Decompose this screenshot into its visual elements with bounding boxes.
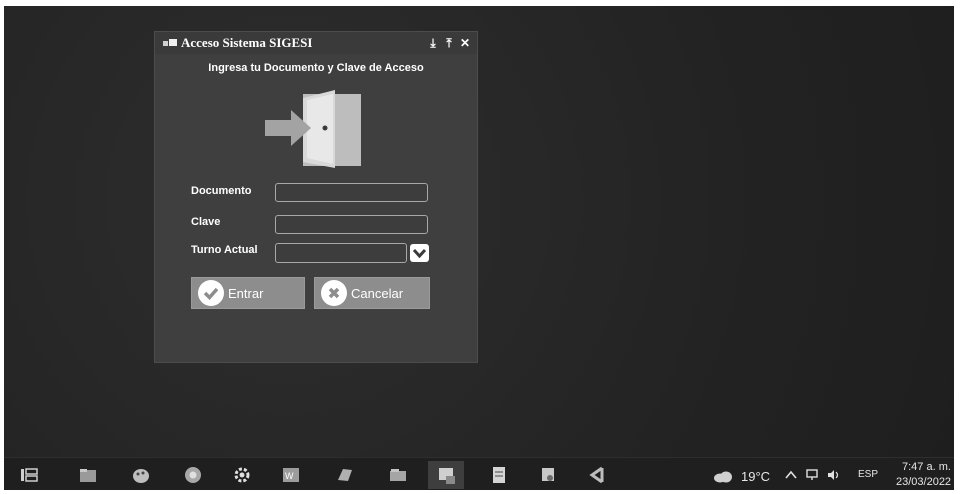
chrome-icon[interactable] — [182, 464, 204, 486]
app-window-icon — [163, 39, 177, 47]
cancelar-button[interactable]: Cancelar — [314, 277, 430, 309]
clave-field[interactable] — [275, 215, 428, 234]
login-window: Acceso Sistema SIGESI ⤓ ⤒ ✕ Ingresa tu D… — [154, 31, 478, 363]
file-explorer-icon[interactable] — [77, 464, 99, 486]
svg-text:W: W — [285, 471, 294, 481]
language-indicator[interactable]: ESP — [858, 469, 878, 480]
chevron-up-icon[interactable] — [785, 470, 797, 480]
entrar-label: Entrar — [228, 285, 264, 301]
folder-icon[interactable] — [387, 464, 409, 486]
clock-date[interactable]: 23/03/2022 — [896, 476, 951, 488]
entrar-button[interactable]: Entrar — [191, 277, 305, 309]
pin-button[interactable]: ⤒ — [443, 37, 455, 49]
task-view-icon[interactable] — [18, 464, 40, 486]
document-icon[interactable] — [488, 464, 510, 486]
turno-label: Turno Actual — [191, 244, 258, 256]
window-controls: ⤓ ⤒ ✕ — [427, 37, 471, 49]
taskbar: W 19°C ESP 7:47 a. m. 23/03/2022 — [4, 457, 954, 490]
window-title: Acceso Sistema SIGESI — [181, 35, 313, 50]
desktop: Acceso Sistema SIGESI ⤓ ⤒ ✕ Ingresa tu D… — [4, 6, 954, 490]
word-icon[interactable]: W — [280, 464, 302, 486]
documento-field[interactable] — [275, 183, 428, 202]
vscode-icon[interactable] — [586, 464, 608, 486]
cancel-x-icon — [321, 280, 347, 306]
paint-icon[interactable] — [130, 464, 152, 486]
weather-cloud-icon[interactable] — [712, 469, 734, 483]
settings-icon[interactable] — [231, 464, 253, 486]
minimize-button[interactable]: ⤓ — [427, 37, 439, 49]
clave-label: Clave — [191, 216, 221, 228]
turno-value[interactable] — [275, 243, 407, 263]
sigesi-app-icon[interactable] — [436, 464, 458, 486]
check-icon — [198, 280, 224, 306]
volume-icon[interactable] — [826, 468, 842, 482]
clock-time[interactable]: 7:47 a. m. — [902, 461, 951, 473]
chevron-down-icon — [412, 248, 427, 259]
weather-temperature[interactable]: 19°C — [741, 469, 770, 484]
cancelar-label: Cancelar — [351, 285, 404, 301]
turno-select[interactable] — [275, 243, 431, 263]
dropdown-button[interactable] — [410, 244, 429, 262]
documento-label: Documento — [191, 185, 252, 197]
login-instructions: Ingresa tu Documento y Clave de Acceso — [208, 62, 424, 74]
title-bar[interactable]: Acceso Sistema SIGESI ⤓ ⤒ ✕ — [155, 32, 477, 54]
door-enter-icon — [265, 90, 361, 168]
paint-brush-icon[interactable] — [538, 464, 560, 486]
close-button[interactable]: ✕ — [459, 37, 471, 49]
app-icon[interactable] — [334, 464, 356, 486]
network-icon[interactable] — [805, 468, 819, 482]
